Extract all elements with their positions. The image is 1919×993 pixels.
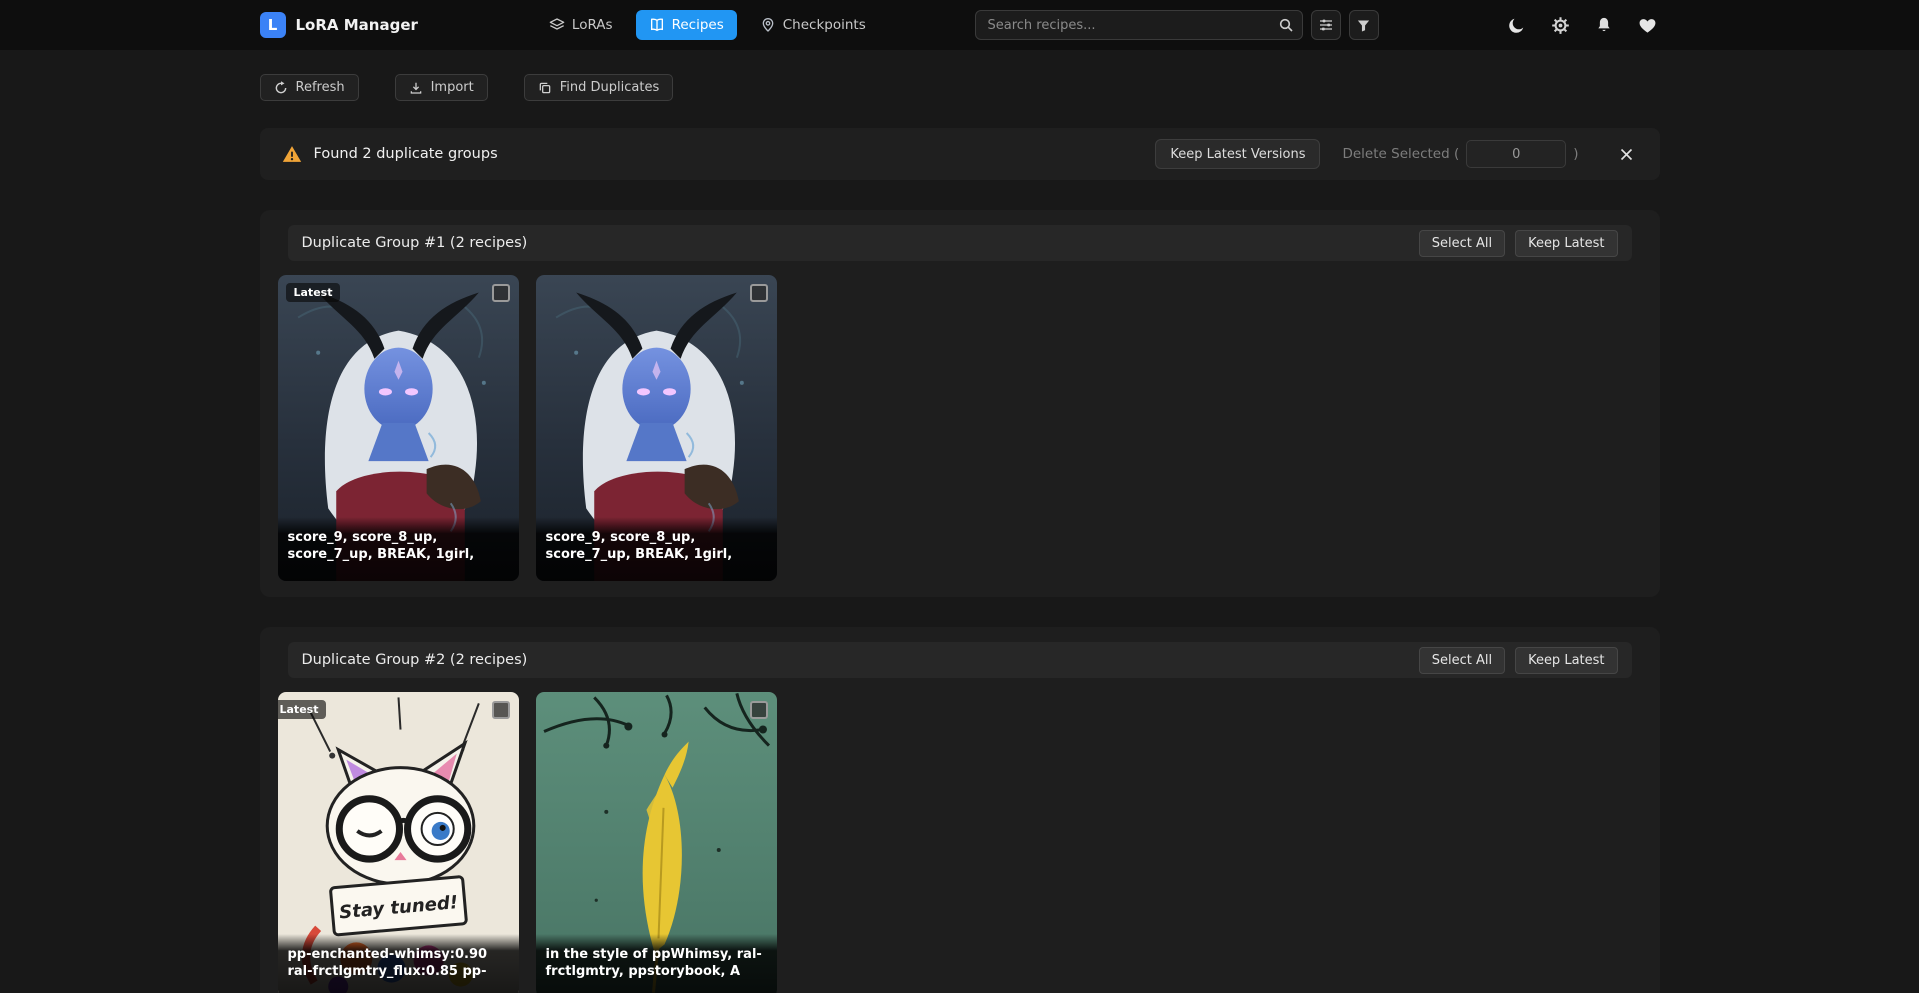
recipe-card[interactable]: Latest pp-enchanted-whimsy:0.90 ral-frct… [278,692,519,993]
duplicate-icon [538,81,552,95]
toolbar: Refresh Import Find Duplicates [260,74,1660,101]
nav-tabs: LoRAs Recipes Checkpoints [536,10,879,40]
duplicate-group-2: Duplicate Group #2 (2 recipes) Select Al… [260,627,1660,993]
moon-icon [1507,23,1526,38]
navbar: L LoRA Manager LoRAs Recipes Checkpoi [0,0,1919,50]
sliders-button[interactable] [1311,10,1341,40]
recipe-card[interactable]: Latest score_9, score_8_up, score_7_up, … [278,275,519,581]
alert-message: Found 2 duplicate groups [314,146,498,162]
refresh-label: Refresh [296,80,345,95]
duplicates-alert: Found 2 duplicate groups Keep Latest Ver… [260,128,1660,180]
recipe-checkbox[interactable] [492,284,510,302]
funnel-icon [1356,18,1371,33]
search-input[interactable] [975,10,1303,40]
import-icon [409,81,423,95]
favorites-button[interactable] [1635,13,1660,38]
delete-selected-suffix: ) [1573,146,1578,162]
tab-recipes-label: Recipes [672,17,724,33]
filter-button[interactable] [1349,10,1379,40]
keep-latest-button[interactable]: Keep Latest [1515,647,1617,674]
latest-badge: Latest [286,283,341,302]
nav-action-icons [1504,13,1660,38]
warning-icon [282,144,302,164]
keep-latest-versions-button[interactable]: Keep Latest Versions [1155,139,1320,169]
book-icon [649,17,665,33]
find-duplicates-label: Find Duplicates [560,80,659,95]
delete-selected-prefix: Delete Selected ( [1342,146,1459,162]
recipe-cards-row: Latest score_9, score_8_up, score_7_up, … [276,275,1644,581]
recipe-card[interactable]: score_9, score_8_up, score_7_up, BREAK, … [536,275,777,581]
delete-selected-control: Delete Selected ( ) [1342,140,1578,168]
recipe-card[interactable]: in the style of ppWhimsy, ral-frctlgmtry… [536,692,777,993]
import-button[interactable]: Import [395,74,488,101]
recipe-checkbox[interactable] [750,284,768,302]
refresh-button[interactable]: Refresh [260,74,359,101]
layers-icon [549,17,565,33]
close-icon [1619,150,1634,165]
group-header: Duplicate Group #1 (2 recipes) Select Al… [288,225,1632,261]
notifications-button[interactable] [1592,13,1616,37]
search [975,10,1303,40]
sliders-icon [1318,17,1334,33]
tab-recipes[interactable]: Recipes [636,10,737,40]
tab-loras-label: LoRAs [572,17,613,33]
app-title: LoRA Manager [296,16,418,34]
select-all-button[interactable]: Select All [1419,647,1505,674]
app-brand[interactable]: L LoRA Manager [260,12,418,38]
selected-count-input[interactable] [1466,140,1566,168]
map-pin-icon [760,17,776,33]
refresh-icon [274,81,288,95]
tab-checkpoints[interactable]: Checkpoints [747,10,879,40]
recipe-caption: score_9, score_8_up, score_7_up, BREAK, … [278,517,519,581]
recipe-caption: in the style of ppWhimsy, ral-frctlgmtry… [536,934,777,993]
tab-loras[interactable]: LoRAs [536,10,626,40]
duplicate-group-1: Duplicate Group #1 (2 recipes) Select Al… [260,210,1660,597]
recipe-checkbox[interactable] [492,701,510,719]
settings-button[interactable] [1548,13,1573,38]
group-header: Duplicate Group #2 (2 recipes) Select Al… [288,642,1632,678]
app-logo-icon: L [260,12,286,38]
group-title: Duplicate Group #1 (2 recipes) [302,235,528,251]
latest-badge: Latest [278,700,327,719]
recipe-caption: score_9, score_8_up, score_7_up, BREAK, … [536,517,777,581]
recipe-cards-row: Latest pp-enchanted-whimsy:0.90 ral-frct… [276,692,1644,993]
tab-checkpoints-label: Checkpoints [783,17,866,33]
recipe-checkbox[interactable] [750,701,768,719]
gear-icon [1551,23,1570,38]
group-title: Duplicate Group #2 (2 recipes) [302,652,528,668]
find-duplicates-button[interactable]: Find Duplicates [524,74,673,101]
search-icon[interactable] [1278,17,1294,33]
theme-toggle-button[interactable] [1504,13,1529,38]
bell-icon [1595,22,1613,37]
select-all-button[interactable]: Select All [1419,230,1505,257]
heart-icon [1638,23,1657,38]
close-alert-button[interactable] [1615,143,1638,166]
keep-latest-button[interactable]: Keep Latest [1515,230,1617,257]
recipe-caption: pp-enchanted-whimsy:0.90 ral-frctlgmtry_… [278,934,519,993]
import-label: Import [431,80,474,95]
